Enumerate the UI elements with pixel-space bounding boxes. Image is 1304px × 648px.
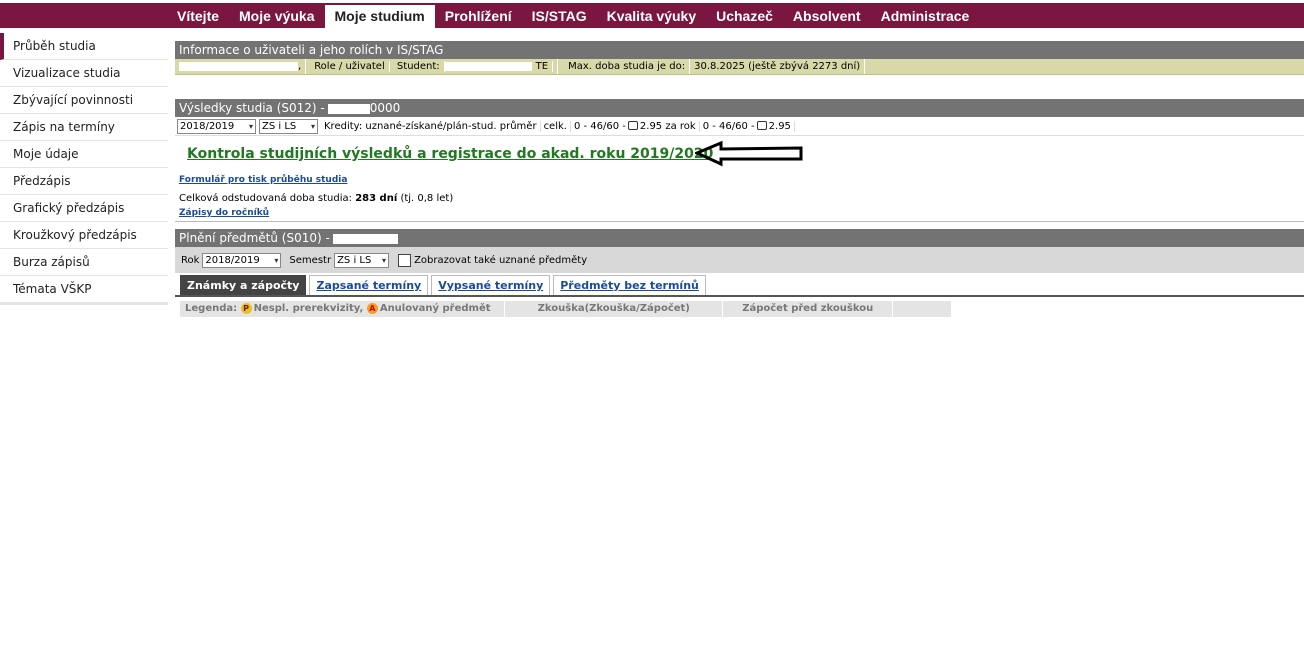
tab-zapsane-terminy[interactable]: Zapsané termíny — [309, 275, 429, 295]
subjects-header: Plnění předmětů (S010) - — [175, 229, 1304, 247]
semester-label: Semestr — [289, 254, 332, 266]
year-average: 2.95 — [768, 120, 791, 132]
sidebar-item-zbyvajici-povinnosti[interactable]: Zbývající povinnosti — [0, 87, 168, 114]
chevron-down-icon: ▾ — [382, 255, 387, 265]
sidebar-item-vizualizace-studia[interactable]: Vizualizace studia — [0, 60, 168, 87]
results-title-suffix: 0000 — [369, 101, 401, 115]
credits-label: Kredity: uznané-získané/plán-stud. průmě… — [321, 120, 541, 132]
sidebar-item-moje-udaje[interactable]: Moje údaje — [0, 141, 168, 168]
nav-uchazec[interactable]: Uchazeč — [706, 5, 783, 29]
main-content: Informace o uživateli a jeho rolích v IS… — [175, 41, 1304, 317]
prerequisite-icon: P — [240, 302, 252, 314]
tab-vypsane-terminy[interactable]: Vypsané termíny — [431, 275, 551, 295]
registration-check-link[interactable]: Kontrola studijních výsledků a registrac… — [187, 146, 713, 162]
results-header: Výsledky studia (S012) - 0000 — [175, 99, 1304, 117]
subjects-semester-value: ZS i LS — [337, 254, 372, 266]
top-navigation: Vítejte Moje výuka Moje studium Prohlíže… — [0, 0, 1304, 29]
year-credits: 0 - 46/60 - 2.95 — [700, 120, 795, 132]
sidebar-divider — [0, 303, 168, 305]
user-name: , — [175, 59, 307, 74]
student-label: Student: — [392, 61, 445, 72]
nav-absolvent[interactable]: Absolvent — [783, 5, 871, 29]
nav-vitejte[interactable]: Vítejte — [167, 5, 229, 29]
subjects-filterbar: Rok 2018/2019 ▾ Semestr ZS i LS ▾ Zobrazov… — [175, 247, 1304, 273]
chevron-down-icon: ▾ — [274, 255, 279, 265]
celk-label: celk. — [541, 120, 571, 132]
subjects-year-value: 2018/2019 — [205, 254, 260, 266]
nav-administrace[interactable]: Administrace — [871, 5, 980, 29]
comment-icon — [756, 121, 767, 130]
sidebar-item-graficky-predzapis[interactable]: Grafický předzápis — [0, 195, 168, 222]
arrow-left-icon — [695, 140, 803, 167]
results-year-select[interactable]: 2018/2019 ▾ — [177, 118, 256, 134]
nav-prohlizeni[interactable]: Prohlížení — [435, 5, 522, 29]
legend-prerequisite: Nespl. prerekvizity, — [253, 303, 364, 314]
user-info-header: Informace o uživateli a jeho rolích v IS… — [175, 41, 1304, 59]
sidebar-item-zapis-na-terminy[interactable]: Zápis na termíny — [0, 114, 168, 141]
redacted-name — [179, 61, 298, 71]
results-toolbar: 2018/2019 ▾ ZS i LS ▾ Kredity: uznané-získ… — [175, 117, 1304, 136]
legend-annulled: Anulovaný předmět — [379, 303, 491, 314]
show-recognized-checkbox[interactable] — [398, 253, 412, 267]
table-header: Legenda: P Nespl. prerekvizity, A Anulovan… — [180, 301, 952, 317]
results-semester-select[interactable]: ZS i LS ▾ — [259, 118, 318, 134]
results-title: Výsledky studia (S012) - — [179, 101, 325, 115]
nav-kvalita-vyuky[interactable]: Kvalita výuky — [597, 5, 707, 29]
max-study-label: Max. doba studia je do: — [558, 59, 691, 74]
sidebar-item-krouzkovy-predzapis[interactable]: Kroužkový předzápis — [0, 222, 168, 249]
user-info-title: Informace o uživateli a jeho rolích v IS… — [179, 43, 444, 57]
show-recognized-label: Zobrazovat také uznané předměty — [414, 254, 588, 266]
nav-moje-studium[interactable]: Moje studium — [324, 5, 435, 29]
sidebar-item-prubeh-studia[interactable]: Průběh studia — [0, 33, 168, 60]
nav-moje-vyuka[interactable]: Moje výuka — [229, 5, 324, 29]
tab-znamky-a-zapocty[interactable]: Známky a zápočty — [180, 275, 307, 295]
enrollment-link[interactable]: Zápisy do ročníků — [179, 208, 269, 218]
legend-cell: Legenda: P Nespl. prerekvizity, A Anulovan… — [180, 301, 506, 317]
sidebar-item-burza-zapisu[interactable]: Burza zápisů — [0, 249, 168, 276]
column-credit-before-exam: Zápočet před zkouškou — [723, 301, 894, 317]
year-credits-value: 0 - 46/60 - — [702, 120, 755, 132]
celk-average: 2.95 za rok — [639, 120, 696, 132]
top-navigation-items: Vítejte Moje výuka Moje studium Prohlíže… — [167, 5, 979, 29]
redacted-subjects-id — [332, 233, 398, 244]
subjects-semester-select[interactable]: ZS i LS ▾ — [334, 252, 390, 268]
role-label: Role / uživatel — [310, 61, 390, 72]
print-form-link[interactable]: Formulář pro tisk průběhu studia — [179, 175, 347, 185]
max-study-value: 30.8.2025 (ještě zbývá 2273 dní) — [690, 59, 866, 74]
sidebar: Průběh studia Vizualizace studia Zbývají… — [0, 33, 168, 305]
chevron-down-icon: ▾ — [310, 121, 315, 131]
results-year-value: 2018/2019 — [180, 120, 235, 132]
subjects-tabs: Známky a zápočty Zapsané termíny Vypsané… — [175, 273, 1304, 297]
celk-credits: 0 - 46/60 - — [573, 120, 626, 132]
tab-predmety-bez-terminu[interactable]: Předměty bez termínů — [553, 275, 706, 295]
duration-value: 283 dní — [355, 193, 398, 204]
celk-value: 0 - 46/60 - 2.95 za rok — [571, 120, 700, 132]
sidebar-item-temata-vskp[interactable]: Témata VŠKP — [0, 276, 168, 303]
study-duration: Celková odstudovaná doba studia: 283 dní… — [179, 193, 453, 204]
subjects-title: Plnění předmětů (S010) - — [179, 231, 330, 245]
user-role: Role / uživatel Student: TE — [306, 59, 559, 74]
annulled-icon: A — [366, 302, 378, 314]
results-semester-value: ZS i LS — [262, 120, 297, 132]
column-empty — [893, 301, 952, 317]
student-suffix: TE — [531, 61, 554, 72]
subjects-year-select[interactable]: 2018/2019 ▾ — [202, 252, 282, 268]
column-exam: Zkouška(Zkouška/Zápočet) — [505, 301, 724, 317]
comment-icon — [627, 121, 638, 130]
chevron-down-icon: ▾ — [248, 121, 253, 131]
nav-is-stag[interactable]: IS/STAG — [522, 5, 597, 29]
sidebar-item-predzapis[interactable]: Předzápis — [0, 168, 168, 195]
user-info-row: , Role / uživatel Student: TE Max. doba s… — [175, 59, 1304, 75]
duration-label: Celková odstudovaná doba studia: — [179, 193, 352, 204]
legend-label: Legenda: — [185, 303, 238, 314]
year-label: Rok — [181, 254, 200, 266]
duration-years: (tj. 0,8 let) — [400, 193, 454, 204]
redacted-results-id — [327, 103, 370, 114]
redacted-student-id — [444, 61, 532, 71]
